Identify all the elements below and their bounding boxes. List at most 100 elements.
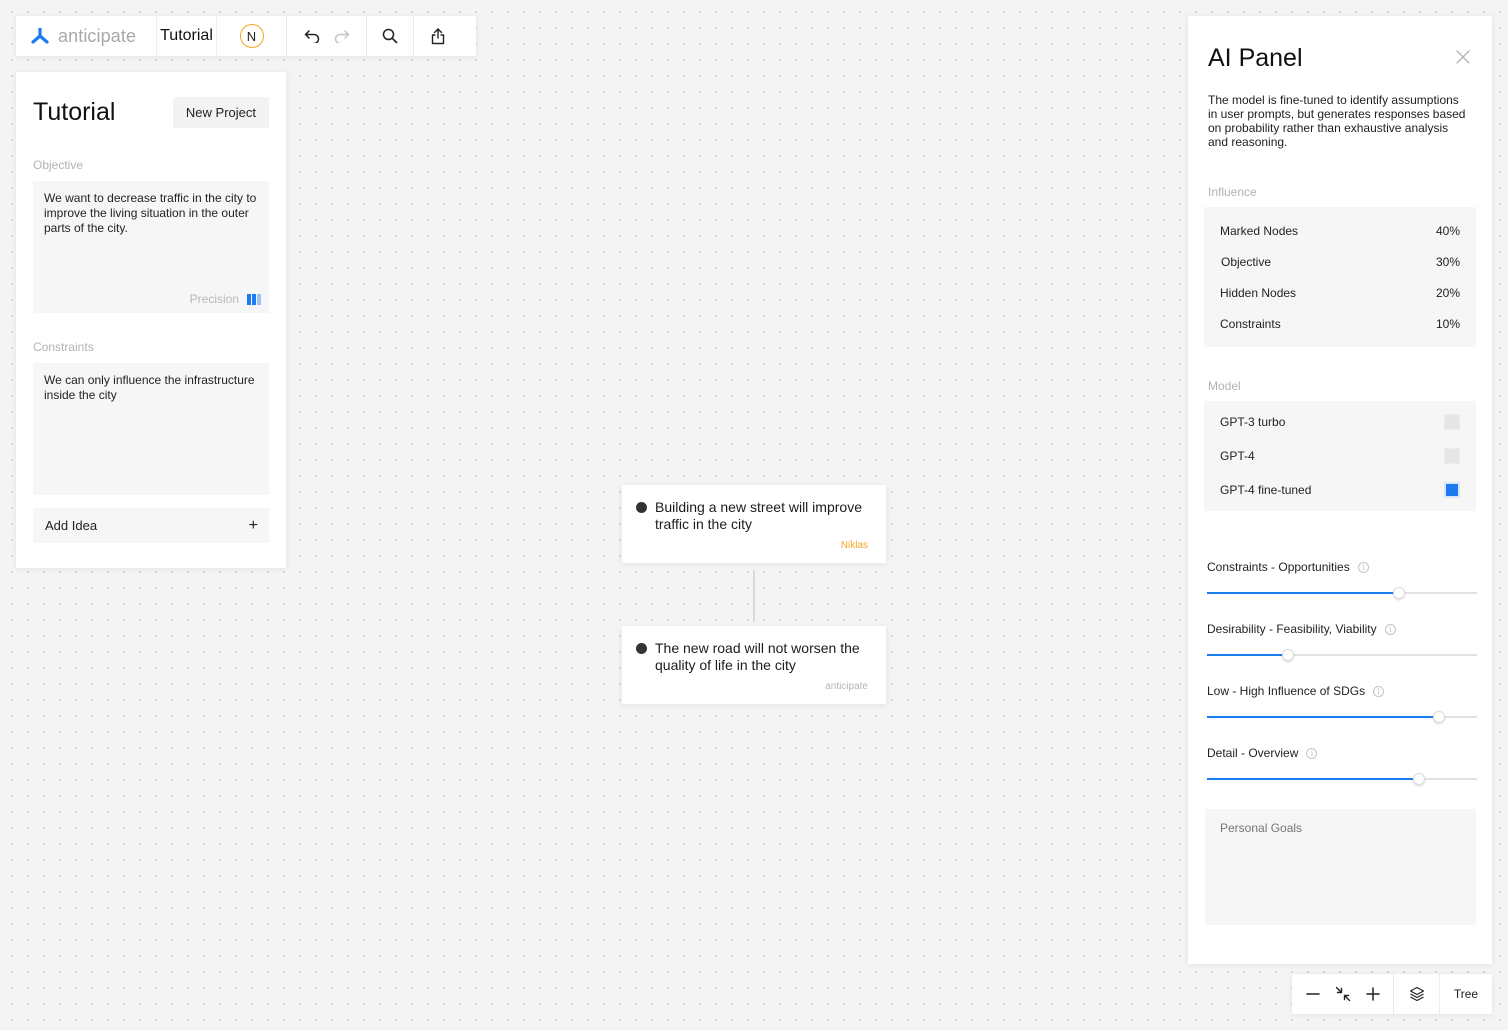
model-checkbox[interactable] xyxy=(1444,414,1460,430)
personal-goals-input[interactable] xyxy=(1205,809,1476,925)
slider-thumb[interactable] xyxy=(1392,587,1405,599)
precision-bar xyxy=(247,294,251,305)
influence-row: Objective 30% xyxy=(1220,246,1460,277)
brand-logo[interactable]: anticipate xyxy=(16,16,157,56)
slider-label: Constraints - Opportunities xyxy=(1207,560,1350,574)
search-button[interactable] xyxy=(367,16,414,56)
user-avatar[interactable]: N xyxy=(239,24,264,48)
collapse-arrows-icon xyxy=(1335,986,1350,1002)
plus-icon xyxy=(1365,987,1380,1001)
model-option-gpt3-turbo[interactable]: GPT-3 turbo xyxy=(1220,405,1460,439)
share-button[interactable] xyxy=(414,16,461,56)
node-text: Building a new street will improve traff… xyxy=(655,499,862,532)
node-author: Niklas xyxy=(840,540,868,551)
zoom-controls xyxy=(1292,974,1394,1014)
influence-row: Marked Nodes 40% xyxy=(1220,215,1460,246)
influence-value: 10% xyxy=(1435,316,1460,331)
slider-group: Constraints - Opportunities i Desirabili… xyxy=(1207,559,1477,807)
slider-thumb[interactable] xyxy=(1412,773,1425,785)
layers-icon xyxy=(1409,986,1424,1002)
constraints-label: Constraints xyxy=(33,340,94,354)
minus-icon xyxy=(1305,993,1320,995)
slider-thumb[interactable] xyxy=(1282,649,1294,661)
slider-track[interactable] xyxy=(1207,587,1477,599)
history-controls xyxy=(287,16,367,56)
slider-fill xyxy=(1207,778,1419,780)
influence-label: Influence xyxy=(1208,185,1257,199)
influence-row: Constraints 10% xyxy=(1220,308,1460,339)
zoom-out-button[interactable] xyxy=(1305,987,1320,1001)
constraints-text: We can only influence the infrastructure… xyxy=(44,373,255,402)
slider-thumb[interactable] xyxy=(1433,711,1446,723)
slider-constraints-opportunities: Constraints - Opportunities i xyxy=(1207,559,1477,621)
precision-indicator[interactable]: Precision xyxy=(190,292,261,307)
node-bullet-icon xyxy=(636,643,647,654)
assumption-node[interactable]: The new road will not worsen the quality… xyxy=(622,626,886,704)
slider-track[interactable] xyxy=(1207,773,1477,785)
model-checkbox[interactable] xyxy=(1444,482,1460,498)
undo-button[interactable] xyxy=(304,29,320,43)
precision-bars xyxy=(247,294,261,305)
view-mode-toggle[interactable]: Tree xyxy=(1440,974,1492,1014)
node-connector xyxy=(753,570,755,622)
slider-fill xyxy=(1207,716,1440,718)
slider-track[interactable] xyxy=(1207,649,1477,661)
slider-fill xyxy=(1207,592,1399,594)
new-project-button[interactable]: New Project xyxy=(172,96,269,128)
slider-sdg-influence: Low - High Influence of SDGs i xyxy=(1207,683,1477,745)
close-button[interactable] xyxy=(1456,50,1470,69)
plus-icon: + xyxy=(248,516,258,534)
model-name: GPT-4 fine-tuned xyxy=(1220,483,1312,497)
zoom-in-button[interactable] xyxy=(1365,987,1380,1001)
slider-label: Detail - Overview xyxy=(1207,746,1299,760)
layers-button[interactable] xyxy=(1394,974,1440,1014)
slider-label-row: Detail - Overview i xyxy=(1207,745,1476,761)
redo-icon xyxy=(334,30,349,43)
influence-value: 40% xyxy=(1435,223,1460,238)
info-icon[interactable]: i xyxy=(1306,747,1318,759)
info-icon[interactable]: i xyxy=(1357,561,1369,573)
constraints-field[interactable]: We can only influence the infrastructure… xyxy=(33,363,269,495)
view-toolbar: Tree xyxy=(1292,974,1492,1014)
slider-desirability-feasibility: Desirability - Feasibility, Viability i xyxy=(1207,621,1477,683)
slider-label-row: Low - High Influence of SDGs i xyxy=(1207,683,1476,699)
influence-name: Marked Nodes xyxy=(1220,223,1299,238)
model-name: GPT-3 turbo xyxy=(1220,415,1286,429)
avatar-cell: N xyxy=(217,16,287,56)
objective-field[interactable]: We want to decrease traffic in the city … xyxy=(33,181,269,313)
fit-view-button[interactable] xyxy=(1335,986,1351,1002)
info-icon[interactable]: i xyxy=(1384,623,1396,635)
brand-name: anticipate xyxy=(58,25,137,46)
anticipate-logo-icon xyxy=(31,28,49,44)
add-idea-button[interactable]: Add Idea + xyxy=(33,508,269,543)
influence-list: Marked Nodes 40% Objective 30% Hidden No… xyxy=(1204,207,1476,347)
ai-panel-description: The model is fine-tuned to identify assu… xyxy=(1208,93,1466,149)
model-name: GPT-4 xyxy=(1220,449,1255,463)
model-option-gpt4-fine-tuned[interactable]: GPT-4 fine-tuned xyxy=(1220,473,1460,507)
ai-panel-title: AI Panel xyxy=(1208,44,1303,72)
idea-node[interactable]: Building a new street will improve traff… xyxy=(622,485,886,563)
ai-panel-header: AI Panel xyxy=(1208,44,1476,78)
info-icon[interactable]: i xyxy=(1373,685,1385,697)
undo-icon xyxy=(304,30,319,43)
model-list: GPT-3 turbo GPT-4 GPT-4 fine-tuned xyxy=(1204,401,1476,511)
objective-text: We want to decrease traffic in the city … xyxy=(44,191,257,235)
redo-button[interactable] xyxy=(334,29,350,43)
share-icon xyxy=(431,27,444,44)
slider-track[interactable] xyxy=(1207,711,1477,723)
slider-fill xyxy=(1207,654,1288,656)
node-author: anticipate xyxy=(825,681,868,692)
slider-label: Desirability - Feasibility, Viability xyxy=(1207,622,1377,636)
project-panel-title: Tutorial xyxy=(33,97,116,126)
slider-detail-overview: Detail - Overview i xyxy=(1207,745,1477,807)
node-bullet-icon xyxy=(636,502,647,513)
project-panel: Tutorial New Project Objective We want t… xyxy=(16,72,286,568)
precision-bar xyxy=(252,294,256,305)
slider-label: Low - High Influence of SDGs xyxy=(1207,684,1366,698)
model-option-gpt4[interactable]: GPT-4 xyxy=(1220,439,1460,473)
model-checkbox[interactable] xyxy=(1444,448,1460,464)
influence-value: 30% xyxy=(1435,254,1460,269)
slider-label-row: Desirability - Feasibility, Viability i xyxy=(1207,621,1476,637)
close-icon xyxy=(1456,50,1470,64)
project-title[interactable]: Tutorial xyxy=(157,16,217,56)
